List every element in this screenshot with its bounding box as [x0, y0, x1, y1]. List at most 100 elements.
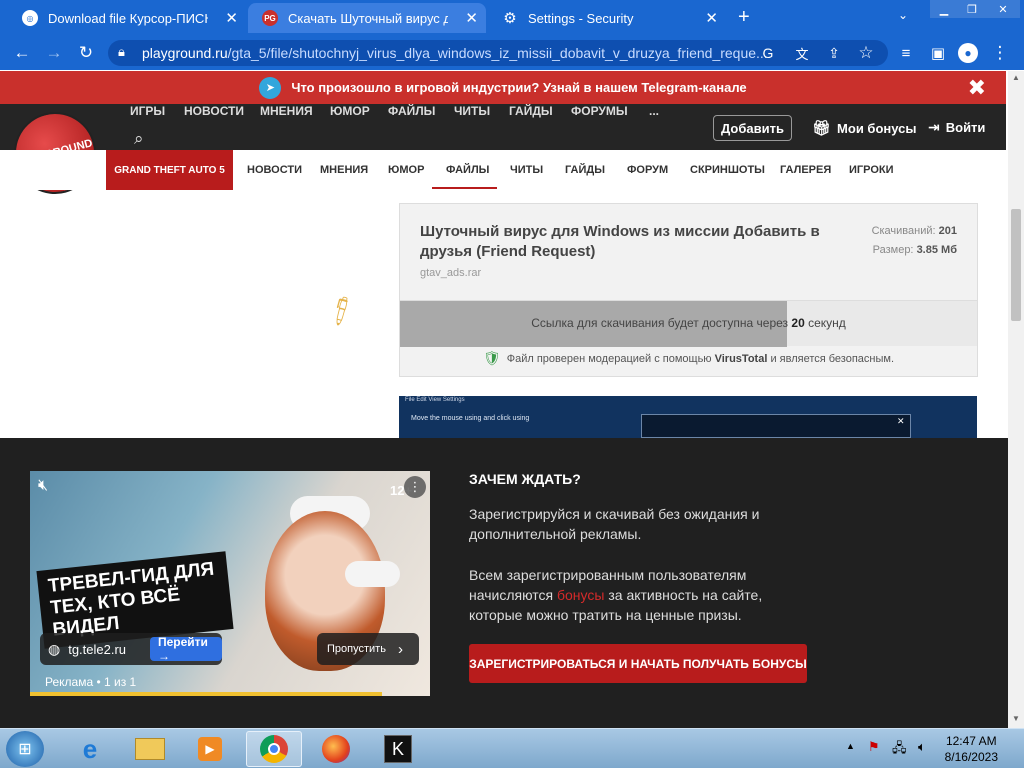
nav-humor[interactable]: ЮМОР [330, 104, 370, 118]
video-ad[interactable]: ТРЕВЕЛ-ГИД ДЛЯ ТЕХ, КТО ВСЁ ВИДЕЛ 🔇︎ 12+… [30, 471, 430, 696]
countdown-post: секунд [808, 316, 846, 330]
search-icon[interactable]: ⌕ [134, 129, 144, 149]
playground-favicon-icon: PG [262, 10, 278, 26]
profile-avatar-icon[interactable]: ● [956, 41, 980, 65]
translate-icon[interactable]: 文 [790, 41, 814, 65]
back-arrow-icon[interactable]: ← [10, 41, 34, 65]
subnav-forum[interactable]: ФОРУМ [627, 164, 668, 176]
clock-date: 8/16/2023 [944, 750, 998, 764]
reading-list-icon[interactable]: ≡ [894, 41, 918, 65]
subnav-cheats[interactable]: ЧИТЫ [510, 164, 543, 176]
google-lens-icon[interactable]: G [756, 41, 780, 65]
subnav-guides[interactable]: ГАЙДЫ [565, 164, 605, 176]
tab-download-file[interactable]: ◎ Download file Курсор-ПИСЮН.7z ✕ [8, 3, 246, 33]
minimize-icon[interactable]: ▁ [930, 0, 958, 18]
login-arrow-icon: ⇥ [928, 119, 940, 135]
share-icon[interactable]: ⇪ [822, 41, 846, 65]
scroll-down-icon[interactable]: ▼ [1012, 714, 1020, 723]
bonus-highlight[interactable]: бонусы [557, 587, 604, 603]
close-window-icon[interactable]: ✕ [986, 0, 1020, 18]
tray-volume-icon[interactable]: 🔈︎ [918, 739, 926, 755]
url-host: playground.ru [142, 45, 228, 61]
scrollbar-thumb[interactable] [1011, 209, 1021, 321]
close-tab-icon[interactable]: ✕ [465, 9, 478, 27]
telegram-icon: ➤ [259, 76, 282, 99]
tray-network-icon[interactable]: 🖧︎ [892, 739, 907, 761]
taskbar-clock[interactable]: 12:47 AM 8/16/2023 [945, 733, 998, 765]
nav-news[interactable]: НОВОСТИ [184, 104, 244, 118]
gift-icon: 🎁︎ [812, 120, 832, 137]
game-label[interactable]: GRAND THEFT AUTO 5 [106, 150, 233, 190]
tab-search-chevron-icon[interactable]: ⌄ [898, 8, 908, 22]
firefox-icon[interactable] [308, 731, 364, 767]
chrome-icon[interactable] [246, 731, 302, 767]
file-title: Шуточный вирус для Windows из миссии Доб… [420, 223, 820, 260]
subnav-players[interactable]: ИГРОКИ [849, 164, 894, 176]
mute-icon[interactable]: 🔇︎ [38, 477, 48, 495]
forward-arrow-icon[interactable]: → [42, 41, 66, 65]
login-label: Войти [945, 120, 986, 135]
close-tab-icon[interactable]: ✕ [705, 9, 718, 27]
subnav-opinions[interactable]: МНЕНИЯ [320, 164, 368, 176]
subnav-news[interactable]: НОВОСТИ [247, 164, 302, 176]
tab-playground[interactable]: PG Скачать Шуточный вирус для Wind ✕ [248, 3, 486, 33]
banner-close-icon[interactable]: ✖ [968, 75, 986, 101]
tab-settings-security[interactable]: ⚙ Settings - Security ✕ [488, 3, 726, 33]
subnav-gallery[interactable]: ГАЛЕРЕЯ [780, 164, 831, 176]
ad-go-button[interactable]: Перейти → [150, 635, 222, 663]
ad-more-icon[interactable]: ⋮ [404, 476, 426, 498]
page-scrollbar[interactable]: ▲ ▼ [1008, 71, 1024, 728]
shield-check-icon: 🛡︎ [482, 350, 501, 366]
tab-title: Скачать Шуточный вирус для Wind [288, 10, 448, 26]
downloads-value: 201 [938, 225, 957, 237]
ad-url: tg.tele2.ru [68, 641, 127, 657]
side-panel-icon[interactable]: ▣ [926, 41, 950, 65]
subnav-screenshots[interactable]: СКРИНШОТЫ [690, 164, 765, 176]
ad-link-box[interactable]: ◍ tg.tele2.ru Перейти → [40, 633, 222, 665]
screenshot-close-icon: ✕ [897, 416, 905, 426]
downloads-stat: Скачиваний: 201 [872, 225, 957, 237]
nav-guides[interactable]: ГАЙДЫ [509, 104, 553, 118]
nav-more[interactable]: ... [649, 104, 659, 118]
bonuses-label: Мои бонусы [837, 120, 917, 136]
subnav-humor[interactable]: ЮМОР [388, 164, 424, 176]
screenshot-caption: Move the mouse using and click using [411, 415, 530, 422]
media-player-icon[interactable]: ▶ [182, 731, 238, 767]
start-button-icon[interactable]: ⊞ [6, 731, 44, 767]
nav-forums[interactable]: ФОРУМЫ [571, 104, 628, 118]
file-screenshot[interactable]: File Edit View Settings Move the mouse u… [399, 396, 977, 438]
register-button[interactable]: ЗАРЕГИСТРИРОВАТЬСЯ И НАЧАТЬ ПОЛУЧАТЬ БОН… [469, 644, 807, 683]
scroll-up-icon[interactable]: ▲ [1012, 73, 1020, 82]
telegram-banner[interactable]: ➤ Что произошло в игровой индустрии? Узн… [0, 71, 1006, 104]
bookmark-star-icon[interactable]: ☆ [854, 41, 878, 65]
k-app-icon[interactable]: K [370, 731, 426, 767]
close-tab-icon[interactable]: ✕ [225, 9, 238, 27]
nav-opinions[interactable]: МНЕНИЯ [260, 104, 313, 118]
kebab-menu-icon[interactable]: ⋮ [988, 41, 1012, 65]
add-button[interactable]: Добавить [713, 115, 792, 141]
nav-games[interactable]: ИГРЫ [130, 104, 165, 118]
file-explorer-icon[interactable] [122, 731, 178, 767]
new-tab-plus-icon[interactable]: + [738, 6, 750, 29]
internet-explorer-icon[interactable]: e [62, 731, 118, 767]
active-tab-underline [432, 187, 497, 189]
file-card: Шуточный вирус для Windows из миссии Доб… [399, 203, 978, 377]
tab-title: Settings - Security [528, 10, 634, 26]
login-link[interactable]: ⇥ Войти [928, 119, 985, 136]
bonuses-link[interactable]: 🎁︎ Мои бонусы [812, 119, 916, 137]
skip-label: Пропустить [327, 643, 386, 655]
virustotal-notice: 🛡︎ Файл проверен модерацией с помощью Vi… [400, 350, 977, 367]
ad-skip-button[interactable]: Пропустить › [317, 633, 419, 665]
size-value: 3.85 Мб [916, 244, 957, 256]
reload-icon[interactable]: ↻ [74, 41, 98, 65]
nav-cheats[interactable]: ЧИТЫ [454, 104, 490, 118]
nav-files[interactable]: ФАЙЛЫ [388, 104, 435, 118]
screenshot-window [641, 414, 911, 438]
tray-expand-icon[interactable]: ▲ [846, 741, 855, 751]
tray-action-center-icon[interactable]: ⚑ [868, 739, 880, 755]
gear-icon: ⚙ [503, 10, 517, 27]
countdown-value: 20 [791, 316, 805, 330]
verified-brand: VirusTotal [714, 352, 768, 365]
restore-icon[interactable]: ❐ [958, 0, 986, 18]
subnav-files[interactable]: ФАЙЛЫ [446, 164, 489, 176]
